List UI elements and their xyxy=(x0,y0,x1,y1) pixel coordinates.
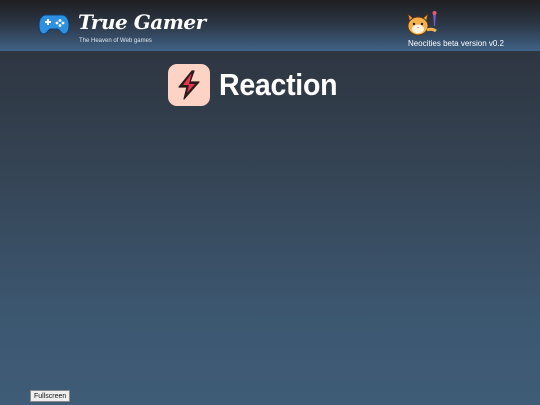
game-title: Reaction xyxy=(219,67,338,102)
version-label: Neocities beta version v0.2 xyxy=(407,39,504,48)
game-heading: Reaction xyxy=(168,64,348,106)
lightning-bolt-icon xyxy=(178,70,200,100)
site-header: True Gamer The Heaven of Web games Neoci… xyxy=(0,0,540,51)
game-icon-tile xyxy=(168,64,210,106)
cat-mascot-icon xyxy=(407,11,437,36)
fullscreen-button[interactable]: Fullscreen xyxy=(30,390,71,402)
gamepad-icon[interactable] xyxy=(38,12,70,36)
site-tagline: The Heaven of Web games xyxy=(79,38,152,44)
site-title[interactable]: True Gamer xyxy=(78,10,206,34)
